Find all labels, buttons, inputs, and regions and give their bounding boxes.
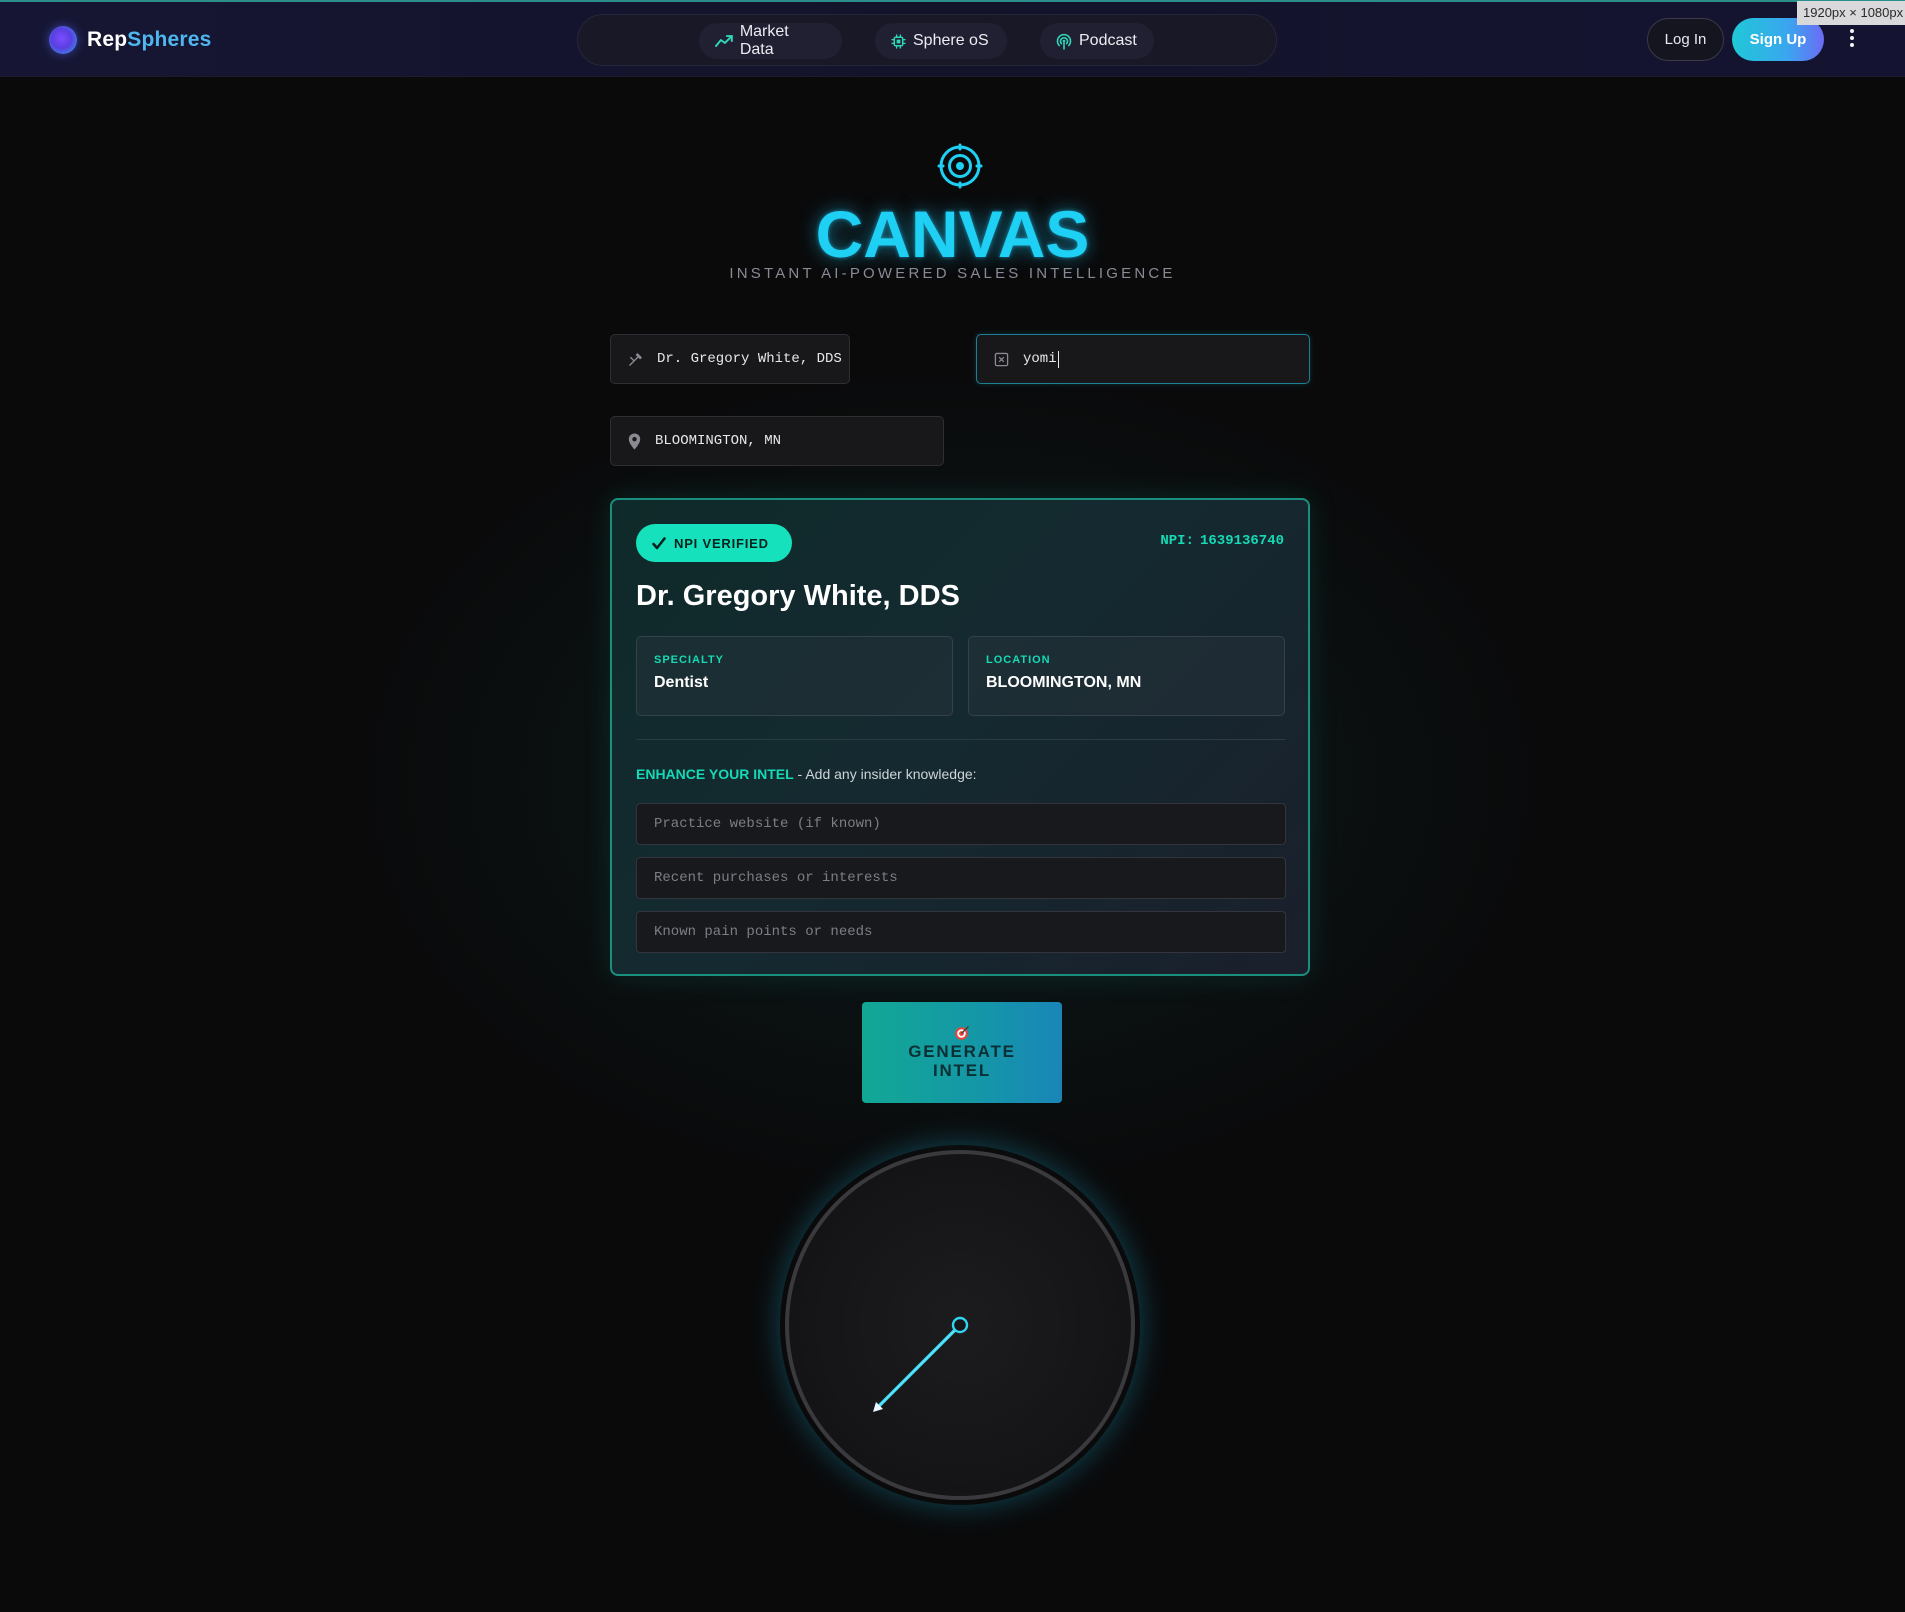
doctor-name-value: Dr. Gregory White, DDS: [657, 351, 842, 367]
provider-name: Dr. Gregory White, DDS: [636, 580, 960, 612]
gauge-hub: [951, 1316, 969, 1334]
nav-market-data[interactable]: Market Data: [699, 23, 842, 59]
search-query-field[interactable]: yomi: [976, 334, 1310, 384]
practice-website-input[interactable]: [636, 803, 1286, 845]
text-cursor: [1057, 350, 1059, 368]
brand-name: RepSpheres: [87, 28, 212, 52]
npi-number-value: 1639136740: [1199, 533, 1284, 549]
chip-icon: [891, 33, 906, 49]
brand-name-spheres: Spheres: [127, 28, 212, 51]
nav-podcast-label: Podcast: [1079, 32, 1137, 49]
login-button[interactable]: Log In: [1647, 18, 1724, 61]
enhance-intel-prompt: ENHANCE YOUR INTEL - Add any insider kno…: [636, 766, 977, 782]
location-field[interactable]: BLOOMINGTON, MN: [610, 416, 944, 466]
specialty-value: Dentist: [654, 674, 709, 691]
checkmark-icon: [652, 536, 666, 549]
brand-name-rep: Rep: [87, 28, 128, 51]
page-title: CANVAS: [815, 197, 1090, 271]
top-navigation-bar: RepSpheres Market Data Sphere oS Podcast…: [0, 0, 1905, 77]
specialty-label: SPECIALTY: [654, 654, 724, 666]
search-query-value: yomi: [1023, 351, 1057, 367]
recent-purchases-input[interactable]: [636, 857, 1286, 899]
enhance-intel-heading: ENHANCE YOUR INTEL: [636, 766, 794, 782]
specialty-box: SPECIALTY Dentist: [636, 636, 953, 716]
more-options-icon[interactable]: [1842, 29, 1862, 51]
nav-sphere-os-label: Sphere oS: [913, 32, 989, 49]
nav-podcast[interactable]: Podcast: [1040, 23, 1154, 59]
target-icon: [937, 143, 983, 189]
page-subtitle: INSTANT AI-POWERED SALES INTELLIGENCE: [729, 265, 1176, 282]
generate-intel-label: GENERATE INTEL: [908, 1042, 1016, 1080]
enhance-intel-text: - Add any insider knowledge:: [793, 766, 977, 782]
trend-chart-icon: [715, 35, 733, 47]
bullseye-icon: [955, 1026, 969, 1040]
clear-icon[interactable]: [994, 352, 1009, 367]
pain-points-input[interactable]: [636, 911, 1286, 953]
nav-sphere-os[interactable]: Sphere oS: [875, 23, 1007, 59]
generate-intel-button[interactable]: GENERATE INTEL: [862, 1002, 1062, 1103]
location-box: LOCATION BLOOMINGTON, MN: [968, 636, 1285, 716]
viewport-size-badge: 1920px × 1080px: [1797, 1, 1905, 25]
doctor-name-field[interactable]: Dr. Gregory White, DDS: [610, 334, 850, 384]
map-pin-icon: [628, 433, 641, 449]
tooth-tool-icon: [629, 352, 642, 366]
location-value: BLOOMINGTON, MN: [655, 433, 782, 449]
logo-orb-icon: [49, 26, 77, 54]
npi-verified-badge: NPI VERIFIED: [636, 524, 792, 562]
nav-market-data-label: Market Data: [739, 23, 789, 58]
brand-logo[interactable]: RepSpheres: [49, 26, 212, 54]
npi-verified-label: NPI VERIFIED: [674, 535, 769, 551]
location-label: LOCATION: [986, 654, 1051, 666]
location-box-value: BLOOMINGTON, MN: [986, 674, 1142, 691]
analysis-gauge: [780, 1145, 1140, 1505]
npi-number-label: NPI:: [1160, 533, 1194, 549]
broadcast-icon: [1056, 33, 1072, 50]
main-nav: Market Data Sphere oS Podcast: [577, 14, 1277, 66]
gauge-dial-icon: [785, 1150, 1135, 1500]
card-divider: [636, 739, 1286, 740]
provider-result-card: NPI VERIFIED NPI: 1639136740 Dr. Gregory …: [610, 498, 1310, 976]
npi-number: NPI: 1639136740: [1160, 533, 1284, 549]
